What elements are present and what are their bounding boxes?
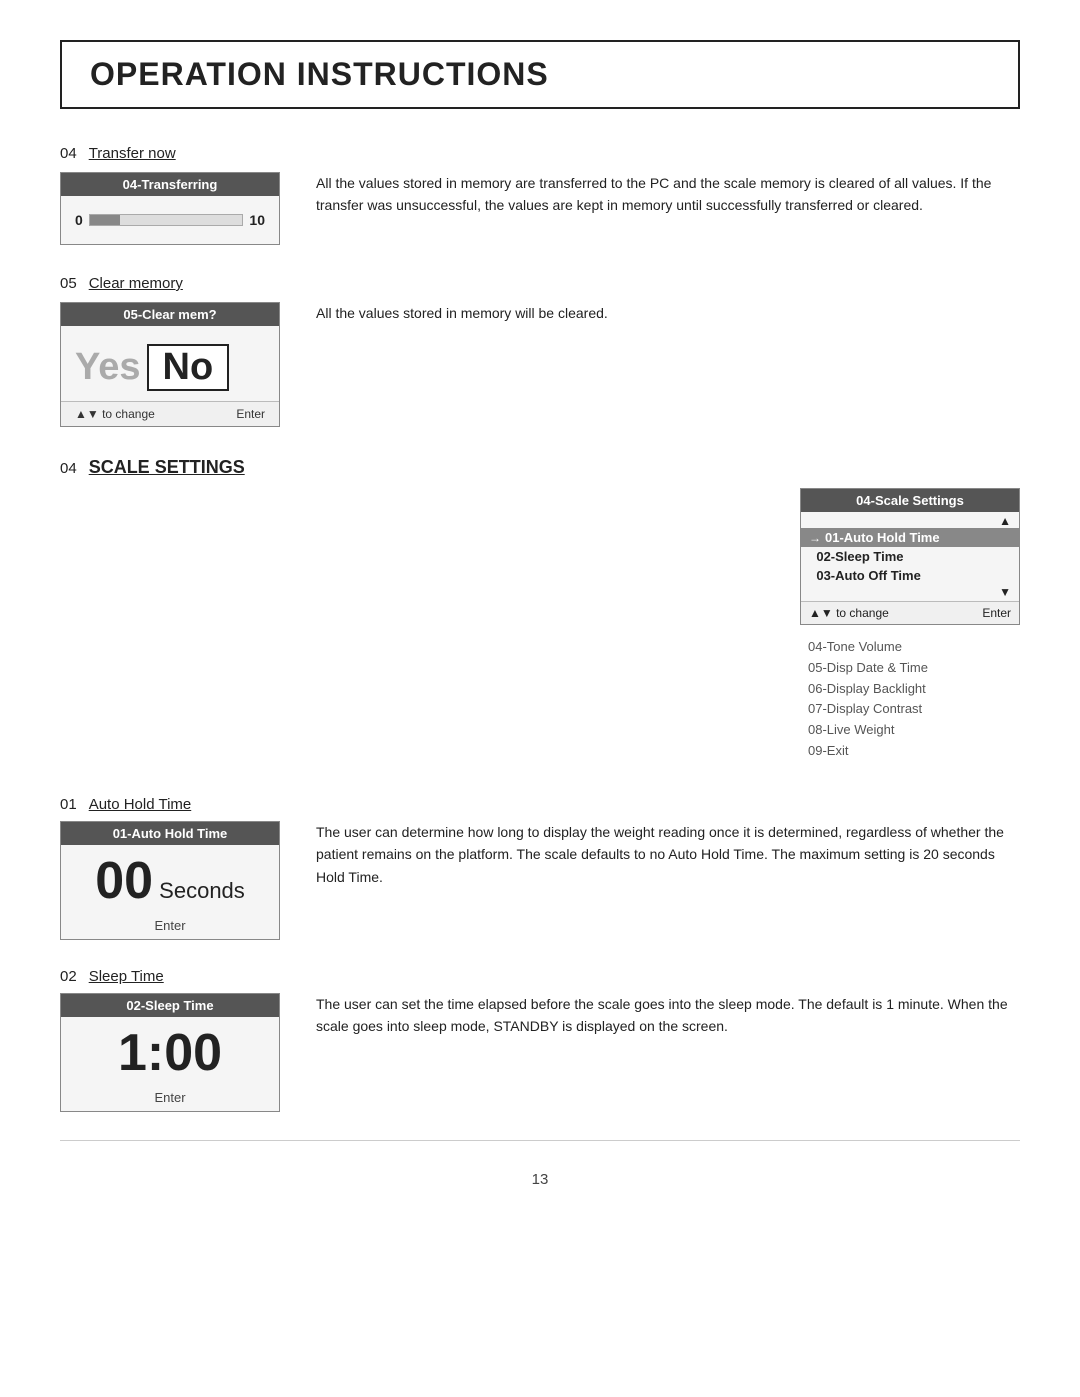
sleep-time-header: 02 Sleep Time: [60, 968, 1020, 985]
auto-hold-time-number-value: 00: [95, 852, 153, 910]
footer-line: [60, 1140, 1020, 1141]
scale-item-0: → 01-Auto Hold Time: [801, 528, 1019, 547]
scale-item-2-text: 03-Auto Off Time: [816, 568, 921, 583]
section-sleep-time: 02 Sleep Time 02-Sleep Time 1:00 Enter T…: [60, 968, 1020, 1112]
clear-memory-description: All the values stored in memory will be …: [316, 302, 1020, 324]
transfer-device-header: 04-Transferring: [61, 173, 279, 196]
section-clear-memory-header: 05 Clear memory: [60, 275, 1020, 292]
section-transfer-now-header: 04 Transfer now: [60, 145, 1020, 162]
scale-extra-item-5: 09-Exit: [808, 741, 1012, 762]
scale-settings-device-header: 04-Scale Settings: [801, 489, 1019, 512]
scale-settings-device-area: 04-Scale Settings ▲ → 01-Auto Hold Time …: [800, 488, 1020, 766]
sleep-time-body: 1:00: [61, 1017, 279, 1086]
clear-memory-footer-enter: Enter: [236, 407, 265, 421]
transfer-start: 0: [75, 212, 83, 228]
scale-arrow-down: ▼: [801, 585, 1019, 599]
page-title-box: OPERATION INSTRUCTIONS: [60, 40, 1020, 109]
clear-memory-num: 05: [60, 275, 77, 292]
clear-memory-label: Clear memory: [89, 275, 183, 292]
auto-hold-time-description: The user can determine how long to displ…: [316, 821, 1020, 888]
transfer-device-box: 04-Transferring 0 10: [60, 172, 280, 245]
auto-hold-time-device-box: 01-Auto Hold Time 00 Seconds Enter: [60, 821, 280, 940]
page-title: OPERATION INSTRUCTIONS: [90, 56, 549, 92]
scale-item-2-arrow: [809, 569, 812, 583]
section-scale-settings: 04 SCALE SETTINGS 04-Scale Settings ▲ → …: [60, 457, 1020, 766]
auto-hold-time-device-header: 01-Auto Hold Time: [61, 822, 279, 845]
yes-label: Yes: [75, 346, 141, 389]
sleep-time-num: 02: [60, 968, 77, 985]
scale-settings-device-box: 04-Scale Settings ▲ → 01-Auto Hold Time …: [800, 488, 1020, 625]
scale-extra-item-0: 04-Tone Volume: [808, 637, 1012, 658]
scale-arrow-up: ▲: [801, 514, 1019, 528]
auto-hold-time-header: 01 Auto Hold Time: [60, 796, 1020, 813]
scale-settings-label: SCALE SETTINGS: [89, 457, 245, 478]
auto-hold-time-enter: Enter: [61, 914, 279, 939]
clear-memory-body: Yes No: [61, 326, 279, 401]
progress-bar-fill: [90, 215, 121, 225]
scale-item-2: 03-Auto Off Time: [801, 566, 1019, 585]
auto-hold-time-label: Auto Hold Time: [89, 796, 192, 813]
scale-item-1: 02-Sleep Time: [801, 547, 1019, 566]
scale-extra-list: 04-Tone Volume 05-Disp Date & Time 06-Di…: [800, 633, 1020, 766]
scale-settings-footer: ▲▼ to change Enter: [801, 601, 1019, 624]
transfer-now-label: Transfer now: [89, 145, 176, 162]
auto-hold-time-number: 00 Seconds: [95, 852, 245, 910]
scale-extra-item-3: 07-Display Contrast: [808, 699, 1012, 720]
auto-hold-time-num: 01: [60, 796, 77, 813]
sleep-time-description: The user can set the time elapsed before…: [316, 993, 1020, 1038]
sleep-time-device-header: 02-Sleep Time: [61, 994, 279, 1017]
scale-item-0-arrow: →: [809, 531, 821, 545]
yes-no-row: Yes No: [75, 344, 265, 391]
clear-memory-device-box: 05-Clear mem? Yes No ▲▼ to change Enter: [60, 302, 280, 427]
transfer-progress-row: 0 10: [75, 212, 265, 228]
no-label: No: [147, 344, 230, 391]
clear-memory-footer-change: ▲▼ to change: [75, 407, 155, 421]
scale-item-0-text: 01-Auto Hold Time: [825, 530, 940, 545]
page-number: 13: [60, 1171, 1020, 1188]
transfer-description: All the values stored in memory are tran…: [316, 172, 1020, 217]
clear-memory-device-header: 05-Clear mem?: [61, 303, 279, 326]
scale-settings-num: 04: [60, 460, 77, 477]
progress-bar-container: [89, 214, 244, 226]
transfer-now-num: 04: [60, 145, 77, 162]
transfer-now-content: 04-Transferring 0 10 All the values stor…: [60, 172, 1020, 245]
auto-hold-time-unit: Seconds: [153, 878, 245, 903]
transfer-device-body: 0 10: [61, 196, 279, 244]
clear-memory-footer: ▲▼ to change Enter: [61, 401, 279, 426]
section-auto-hold-time: 01 Auto Hold Time 01-Auto Hold Time 00 S…: [60, 796, 1020, 940]
scale-item-1-text: 02-Sleep Time: [816, 549, 903, 564]
scale-extra-item-1: 05-Disp Date & Time: [808, 658, 1012, 679]
scale-extra-item-2: 06-Display Backlight: [808, 679, 1012, 700]
scale-settings-header: 04 SCALE SETTINGS: [60, 457, 1020, 478]
clear-memory-content: 05-Clear mem? Yes No ▲▼ to change Enter …: [60, 302, 1020, 427]
scale-settings-footer-enter: Enter: [982, 606, 1011, 620]
scale-settings-footer-change: ▲▼ to change: [809, 606, 889, 620]
sleep-time-label: Sleep Time: [89, 968, 164, 985]
scale-settings-content: 04-Scale Settings ▲ → 01-Auto Hold Time …: [60, 488, 1020, 766]
sleep-time-number: 1:00: [118, 1024, 222, 1082]
scale-item-1-arrow: [809, 550, 812, 564]
section-clear-memory: 05 Clear memory 05-Clear mem? Yes No ▲▼ …: [60, 275, 1020, 427]
sleep-time-content: 02-Sleep Time 1:00 Enter The user can se…: [60, 993, 1020, 1112]
scale-settings-device-body: ▲ → 01-Auto Hold Time 02-Sleep Time 03-A…: [801, 512, 1019, 601]
sleep-time-enter: Enter: [61, 1086, 279, 1111]
section-transfer-now: 04 Transfer now 04-Transferring 0 10 All…: [60, 145, 1020, 245]
auto-hold-time-body: 00 Seconds: [61, 845, 279, 914]
transfer-end: 10: [249, 212, 265, 228]
sleep-time-device-box: 02-Sleep Time 1:00 Enter: [60, 993, 280, 1112]
scale-extra-item-4: 08-Live Weight: [808, 720, 1012, 741]
auto-hold-time-content: 01-Auto Hold Time 00 Seconds Enter The u…: [60, 821, 1020, 940]
